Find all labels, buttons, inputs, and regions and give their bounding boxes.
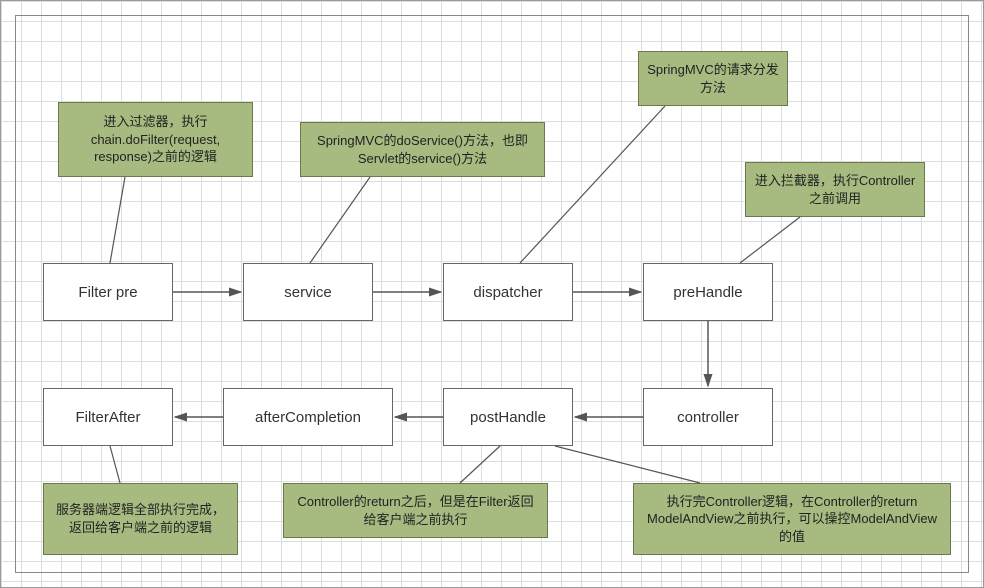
note-text: 进入拦截器，执行Controller之前调用 xyxy=(754,172,916,207)
node-label: preHandle xyxy=(673,284,742,301)
note-prehandle: 进入拦截器，执行Controller之前调用 xyxy=(745,162,925,217)
node-label: dispatcher xyxy=(473,284,542,301)
node-posthandle: postHandle xyxy=(443,388,573,446)
note-text: 服务器端逻辑全部执行完成，返回给客户端之前的逻辑 xyxy=(52,501,229,536)
node-filter-after: FilterAfter xyxy=(43,388,173,446)
note-service: SpringMVC的doService()方法，也即Servlet的servic… xyxy=(300,122,545,177)
note-filter-after: 服务器端逻辑全部执行完成，返回给客户端之前的逻辑 xyxy=(43,483,238,555)
node-label: postHandle xyxy=(470,409,546,426)
note-text: Controller的return之后，但是在Filter返回给客户端之前执行 xyxy=(292,493,539,528)
node-aftercompletion: afterCompletion xyxy=(223,388,393,446)
note-text: 进入过滤器，执行chain.doFilter(request, response… xyxy=(67,113,244,166)
note-posthandle: Controller的return之后，但是在Filter返回给客户端之前执行 xyxy=(283,483,548,538)
node-filter-pre: Filter pre xyxy=(43,263,173,321)
node-label: FilterAfter xyxy=(75,409,140,426)
node-prehandle: preHandle xyxy=(643,263,773,321)
node-service: service xyxy=(243,263,373,321)
node-controller: controller xyxy=(643,388,773,446)
note-text: SpringMVC的请求分发方法 xyxy=(647,61,779,96)
note-filter-pre: 进入过滤器，执行chain.doFilter(request, response… xyxy=(58,102,253,177)
node-label: controller xyxy=(677,409,739,426)
node-dispatcher: dispatcher xyxy=(443,263,573,321)
note-text: SpringMVC的doService()方法，也即Servlet的servic… xyxy=(309,132,536,167)
node-label: Filter pre xyxy=(78,284,137,301)
note-text: 执行完Controller逻辑，在Controller的return Model… xyxy=(642,493,942,546)
node-label: afterCompletion xyxy=(255,409,361,426)
note-controller: 执行完Controller逻辑，在Controller的return Model… xyxy=(633,483,951,555)
node-label: service xyxy=(284,284,332,301)
note-dispatcher: SpringMVC的请求分发方法 xyxy=(638,51,788,106)
